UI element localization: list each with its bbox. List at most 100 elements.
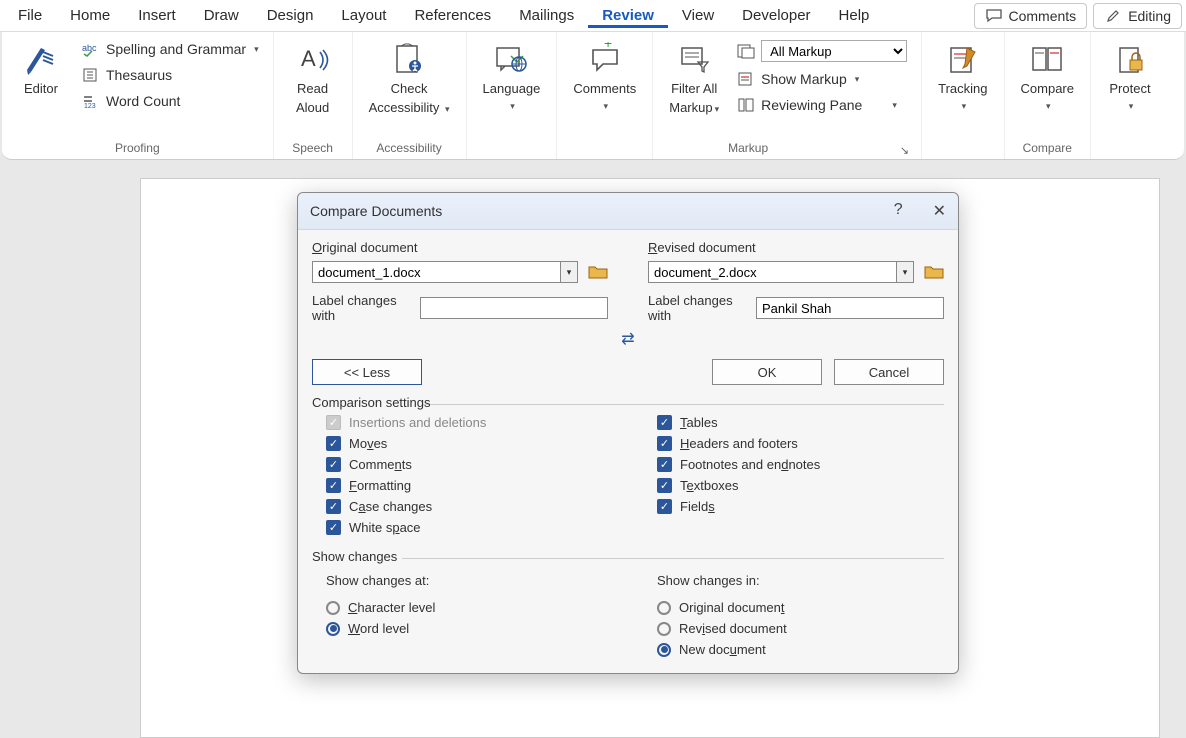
chk-whitespace[interactable]: ✓White space [326,520,613,535]
chk-formatting[interactable]: ✓Formatting [326,478,613,493]
browse-original-button[interactable] [588,264,608,280]
comments-ribbon-label: Comments [573,82,636,97]
radio-revised-doc[interactable]: Revised document [657,621,944,636]
group-accessibility-label: Accessibility [376,139,441,157]
radio-icon [657,601,671,615]
editing-button-label: Editing [1128,8,1171,24]
help-button[interactable]: ? [894,201,903,221]
checkbox-icon: ✓ [326,478,341,493]
revised-doc-input[interactable] [648,261,896,283]
tab-home[interactable]: Home [56,3,124,28]
chk-label: White space [349,520,421,535]
read-aloud-button[interactable]: A Read Aloud [284,38,342,120]
svg-text:abc: abc [82,43,97,53]
dialog-launcher-icon[interactable]: ↘ [898,144,911,157]
orig-author-input[interactable] [420,297,608,319]
chk-footnotes[interactable]: ✓Footnotes and endnotes [657,457,944,472]
editing-button[interactable]: Editing [1093,3,1182,29]
chk-headers[interactable]: ✓Headers and footers [657,436,944,451]
show-changes-title: Show changes [312,549,944,564]
revised-doc-dropdown[interactable]: ▾ [896,261,914,283]
compare-button[interactable]: Compare ▾ [1015,38,1080,115]
radio-label: Revised document [679,621,787,636]
checkbox-icon: ✓ [326,436,341,451]
tab-references[interactable]: References [400,3,505,28]
thesaurus-button[interactable]: Thesaurus [78,64,263,86]
tab-file[interactable]: File [4,3,56,28]
chk-moves[interactable]: ✓Moves [326,436,613,451]
wordcount-icon: 123 [82,92,100,110]
browse-revised-button[interactable] [924,264,944,280]
reviewing-pane-label: Reviewing Pane [761,97,862,113]
chk-fields[interactable]: ✓Fields [657,499,944,514]
checkbox-icon: ✓ [657,499,672,514]
radio-new-doc[interactable]: New document [657,642,944,657]
original-doc-dropdown[interactable]: ▾ [560,261,578,283]
tab-mailings[interactable]: Mailings [505,3,588,28]
tab-layout[interactable]: Layout [327,3,400,28]
tab-view[interactable]: View [668,3,728,28]
tab-insert[interactable]: Insert [124,3,190,28]
filter-markup-button[interactable]: Filter All Markup▾ [663,38,725,120]
radio-label: New document [679,642,766,657]
svg-text:+: + [604,42,612,51]
radio-label: Word level [348,621,409,636]
comparison-settings-title: Comparison settings [312,395,944,410]
less-button[interactable]: << Less [312,359,422,385]
chevron-down-icon: ▾ [962,101,967,111]
ok-button[interactable]: OK [712,359,822,385]
chk-case[interactable]: ✓Case changes [326,499,613,514]
group-accessibility: Check Accessibility ▾ Accessibility [353,32,467,159]
protect-button[interactable]: Protect ▾ [1101,38,1159,115]
close-button[interactable]: ✕ [933,201,946,221]
chk-textboxes[interactable]: ✓Textboxes [657,478,944,493]
pencil-icon [1104,7,1122,25]
chk-comments[interactable]: ✓Comments [326,457,613,472]
rev-author-input[interactable] [756,297,944,319]
radio-original-doc[interactable]: Original document [657,600,944,615]
comments-button-label: Comments [1009,8,1077,24]
tab-draw[interactable]: Draw [190,3,253,28]
language-button[interactable]: Language ▾ [477,38,547,115]
language-icon [493,42,529,78]
original-doc-label: OOriginal documentriginal document [312,240,608,255]
group-language: Language ▾ [467,32,558,159]
chk-label: Headers and footers [680,436,798,451]
rev-label-changes-label: Label changes with [648,293,744,323]
chk-label: Footnotes and endnotes [680,457,820,472]
ok-label: OK [758,365,777,380]
group-markup-label: Markup [728,139,768,157]
wordcount-button[interactable]: 123 Word Count [78,90,263,112]
tab-developer[interactable]: Developer [728,3,824,28]
tab-review[interactable]: Review [588,3,668,28]
chk-tables[interactable]: ✓Tables [657,415,944,430]
read-aloud-icon: A [295,42,331,78]
radio-icon [326,622,340,636]
tracking-button[interactable]: Tracking ▾ [932,38,993,115]
radio-char-level[interactable]: Character level [326,600,613,615]
editor-button[interactable]: Editor [12,38,70,101]
spelling-button[interactable]: abc Spelling and Grammar ▾ [78,38,263,60]
checkbox-icon: ✓ [326,457,341,472]
group-speech-label: Speech [292,139,333,157]
cancel-button[interactable]: Cancel [834,359,944,385]
checkbox-icon: ✓ [657,478,672,493]
reviewing-pane-button[interactable]: Reviewing Pane ▾ [733,94,911,116]
swap-button[interactable]: ⇄ [312,323,944,353]
markup-dropdown[interactable]: All Markup [761,40,907,62]
group-proofing-label: Proofing [115,139,160,157]
aloud-label: Aloud [296,101,329,116]
comments-button[interactable]: Comments [974,3,1088,29]
tab-design[interactable]: Design [253,3,328,28]
check-accessibility-button[interactable]: Check Accessibility ▾ [363,38,456,120]
show-markup-button[interactable]: Show Markup ▾ [733,68,911,90]
original-doc-input[interactable] [312,261,560,283]
compare-label: Compare [1021,82,1074,97]
tab-help[interactable]: Help [825,3,884,28]
group-compare: Compare ▾ Compare [1005,32,1091,159]
chevron-down-icon: ▾ [510,101,515,111]
filter-l2: Markup [669,100,712,115]
comments-ribbon-button[interactable]: + Comments ▾ [567,38,642,115]
radio-word-level[interactable]: Word level [326,621,613,636]
chk-label: Tables [680,415,718,430]
